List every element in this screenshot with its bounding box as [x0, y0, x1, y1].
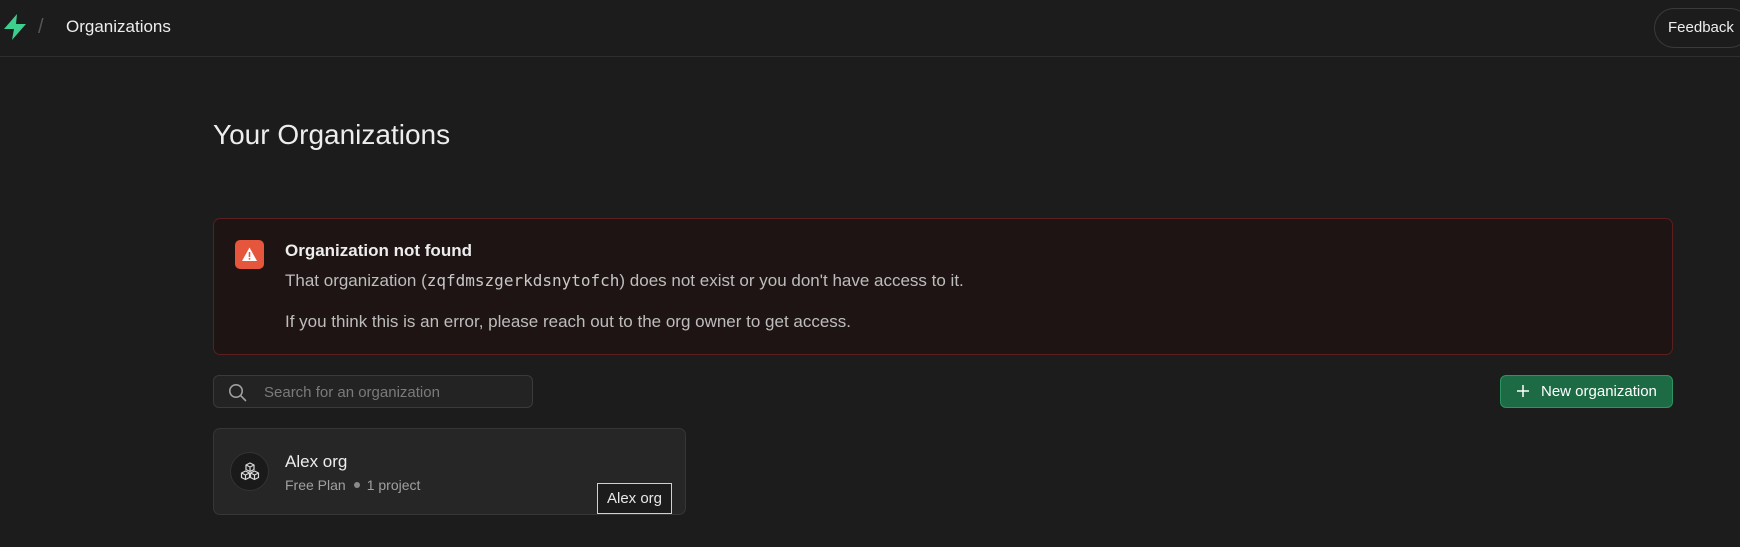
separator-dot — [353, 482, 360, 489]
breadcrumb-separator: / — [38, 16, 44, 38]
warning-triangle-icon — [235, 240, 264, 269]
page-title: Your Organizations — [213, 119, 451, 150]
feedback-button[interactable]: Feedback — [1654, 8, 1740, 48]
org-name-tooltip: Alex org — [597, 483, 672, 514]
alert-title: Organization not found — [285, 241, 472, 260]
top-bar: / Organizations Feedback — [0, 0, 1740, 57]
org-name: Alex org — [285, 452, 348, 471]
search-input[interactable] — [264, 380, 524, 404]
org-plan: Free Plan — [285, 477, 346, 493]
search-icon — [229, 384, 247, 402]
breadcrumb-organizations[interactable]: Organizations — [66, 17, 171, 37]
error-alert: Organization not found That organization… — [213, 218, 1673, 355]
org-project-count: 1 project — [366, 477, 421, 493]
new-organization-button[interactable]: New organization — [1500, 375, 1673, 408]
cubes-icon — [240, 462, 260, 481]
organization-card[interactable]: Alex org Free Plan 1 project Alex org — [213, 428, 686, 515]
search-box — [213, 375, 533, 408]
plus-icon — [1517, 385, 1529, 397]
org-meta: Free Plan 1 project — [285, 477, 420, 493]
alert-message-prefix: That organization ( — [285, 271, 427, 290]
org-slug: zqfdmszgerkdsnytofch — [426, 271, 620, 290]
org-avatar — [230, 452, 269, 491]
alert-help-text: If you think this is an error, please re… — [285, 312, 852, 331]
new-organization-label: New organization — [1541, 383, 1657, 400]
alert-message-suffix: ) does not exist or you don't have acces… — [619, 271, 964, 290]
alert-message: That organization (zqfdmszgerkdsnytofch)… — [285, 271, 964, 291]
supabase-logo-icon[interactable] — [2, 13, 28, 41]
